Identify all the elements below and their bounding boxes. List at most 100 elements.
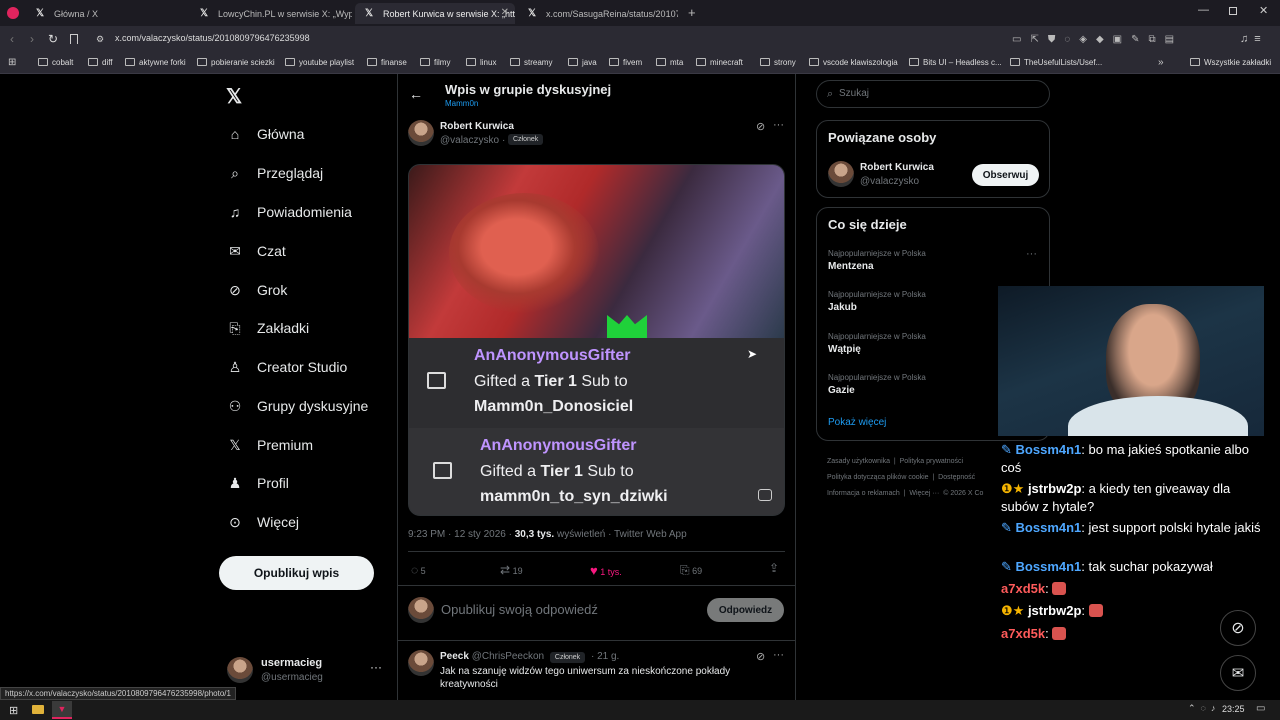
browser-logo-icon[interactable] bbox=[7, 7, 19, 19]
grok-comment-icon[interactable]: ⊘ bbox=[756, 650, 765, 663]
close-tab-icon[interactable]: ✕ bbox=[501, 7, 509, 18]
bookmark-diff[interactable]: diff bbox=[88, 58, 113, 67]
menu-icon[interactable]: ♫≡ bbox=[1240, 33, 1267, 45]
bookmark-cobalt[interactable]: cobalt bbox=[38, 58, 73, 67]
like-action[interactable]: ♥ 1 tys. bbox=[590, 563, 622, 578]
close-window-icon[interactable]: ✕ bbox=[1259, 4, 1268, 17]
nav-home[interactable]: ⌂ Główna bbox=[227, 122, 305, 146]
reload-icon[interactable]: ↻ bbox=[48, 32, 58, 46]
url-field[interactable]: x.com/valaczysko/status/2010809796476235… bbox=[115, 33, 310, 43]
minimize-icon[interactable]: — bbox=[1198, 4, 1209, 16]
bookmark-linux[interactable]: linux bbox=[466, 58, 496, 67]
apps-icon[interactable]: ⊞ bbox=[8, 57, 16, 68]
bookmark-action[interactable]: ⎘ 69 bbox=[680, 563, 702, 578]
file-explorer-icon[interactable] bbox=[32, 705, 44, 714]
group-link[interactable]: Mamm0n bbox=[445, 99, 478, 108]
bookmark-filmy[interactable]: filmy bbox=[420, 58, 450, 67]
search-input[interactable]: Szukaj bbox=[839, 88, 869, 99]
nav-creator-studio[interactable]: ♙ Creator Studio bbox=[227, 355, 348, 379]
tab-3-active[interactable]: 𝕏 Robert Kurwica w serwisie X: „htt ✕ bbox=[355, 3, 515, 24]
nav-more[interactable]: ⊙ Więcej bbox=[227, 510, 299, 534]
bookmark-fivem[interactable]: fivem bbox=[609, 58, 642, 67]
windows-start-icon[interactable]: ⊞ bbox=[9, 704, 18, 717]
nav-communities[interactable]: ⚇ Grupy dyskusyjne bbox=[227, 394, 369, 418]
media-tag-icon[interactable] bbox=[758, 489, 772, 501]
tab-2[interactable]: 𝕏 LowcyChin.PL w serwisie X: „Wyprzed bbox=[190, 3, 352, 24]
chevron-right-icon[interactable]: » bbox=[1158, 57, 1164, 68]
extension-icons[interactable]: ▭⇱⛊◌◈◆▣✎⧉▤ bbox=[1012, 34, 1183, 45]
back-icon[interactable]: ‹ bbox=[10, 32, 14, 46]
share-icon[interactable]: ⇪ bbox=[769, 561, 779, 575]
nav-bookmarks[interactable]: ⎘ Zakładki bbox=[227, 316, 309, 340]
related-name[interactable]: Robert Kurwica bbox=[860, 162, 934, 173]
bookmark-streamy[interactable]: streamy bbox=[510, 58, 552, 67]
comment-avatar[interactable] bbox=[408, 650, 434, 676]
chat-message-wrap: coś bbox=[1001, 460, 1022, 475]
bookmark-pobieranie-sciezki[interactable]: pobieranie sciezki bbox=[197, 58, 275, 67]
footer-link[interactable]: Polityka dotycząca plików cookie bbox=[827, 474, 929, 481]
bookmark-vscode[interactable]: vscode klawiszologia bbox=[809, 58, 898, 67]
x-logo-icon[interactable]: 𝕏 bbox=[226, 84, 242, 109]
tray-icons[interactable]: ⌃◌♪ bbox=[1188, 703, 1220, 714]
footer-link[interactable]: Dostępność bbox=[938, 474, 975, 481]
bookmark-java[interactable]: java bbox=[568, 58, 597, 67]
bookmark-strony[interactable]: strony bbox=[760, 58, 796, 67]
restore-icon[interactable] bbox=[1229, 7, 1237, 15]
bookmark-usefullists[interactable]: TheUsefulLists/Usef... bbox=[1010, 58, 1102, 67]
site-info-icon[interactable]: ⚙ bbox=[96, 34, 104, 45]
browser-taskbar-icon[interactable]: ▼ bbox=[52, 701, 72, 719]
search-box[interactable]: ⌕ Szukaj bbox=[816, 80, 1050, 108]
comment-more-icon[interactable]: ··· bbox=[773, 649, 784, 661]
related-avatar[interactable] bbox=[828, 161, 854, 187]
bookmark-all[interactable]: Wszystkie zakładki bbox=[1190, 58, 1271, 67]
bookmark-finanse[interactable]: finanse bbox=[367, 58, 407, 67]
publish-post-button[interactable]: Opublikuj wpis bbox=[219, 556, 374, 590]
new-tab-icon[interactable]: + bbox=[688, 5, 696, 20]
comment-author[interactable]: Peeck bbox=[440, 651, 469, 662]
trend-item[interactable]: Najpopularniejsze w Polska Wątpię bbox=[828, 332, 926, 355]
trend-item[interactable]: Najpopularniejsze w Polska Jakub bbox=[828, 290, 926, 313]
tab-1[interactable]: 𝕏 Główna / X bbox=[26, 3, 186, 24]
nav-explore[interactable]: ⌕ Przeglądaj bbox=[227, 161, 323, 185]
trend-item[interactable]: Najpopularniejsze w Polska Gazie bbox=[828, 373, 926, 396]
bookmark-mta[interactable]: mta bbox=[656, 58, 683, 67]
footer-link[interactable]: Informacja o reklamach bbox=[827, 490, 900, 497]
trend-item[interactable]: Najpopularniejsze w Polska Mentzena bbox=[828, 249, 926, 272]
post-more-icon[interactable]: ··· bbox=[773, 119, 784, 131]
grok-float-button[interactable]: ⊘ bbox=[1220, 610, 1256, 646]
forward-icon[interactable]: › bbox=[30, 32, 34, 46]
messages-float-button[interactable]: ✉ bbox=[1220, 655, 1256, 691]
footer-link[interactable]: Więcej ··· bbox=[909, 490, 939, 497]
tab-4[interactable]: 𝕏x.com/SasugaReina/status/20107416 bbox=[518, 3, 678, 24]
back-arrow-icon[interactable]: ← bbox=[409, 86, 423, 102]
nav-profile[interactable]: ♟ Profil bbox=[227, 471, 289, 495]
author-handle[interactable]: @valaczysko bbox=[440, 135, 499, 146]
account-avatar[interactable] bbox=[227, 657, 253, 683]
nav-grok[interactable]: ⊘ Grok bbox=[227, 278, 287, 302]
bookmark-page-icon[interactable] bbox=[70, 34, 78, 44]
bookmark-aktywne-forki[interactable]: aktywne forki bbox=[125, 58, 186, 67]
reply-button[interactable]: Odpowiedz bbox=[707, 598, 784, 622]
account-more-icon[interactable]: ··· bbox=[370, 660, 382, 674]
reply-input[interactable]: Opublikuj swoją odpowiedź bbox=[441, 602, 598, 617]
grok-post-icon[interactable]: ⊘ bbox=[756, 120, 765, 133]
repost-action[interactable]: ⇄ 19 bbox=[500, 563, 523, 577]
author-avatar[interactable] bbox=[408, 120, 434, 146]
author-name[interactable]: Robert Kurwica bbox=[440, 121, 514, 132]
footer-link[interactable]: Polityka prywatności bbox=[900, 458, 963, 465]
nav-chat[interactable]: ✉ Czat bbox=[227, 239, 286, 263]
comment-handle[interactable]: @ChrisPeeckon bbox=[472, 651, 544, 662]
clock[interactable]: 23:25 bbox=[1222, 704, 1245, 714]
post-media[interactable]: AnAnonymousGifter Gifted a Tier 1 Sub to… bbox=[408, 164, 785, 516]
bookmark-minecraft[interactable]: minecraft bbox=[696, 58, 743, 67]
nav-premium[interactable]: 𝕏 Premium bbox=[227, 433, 313, 457]
notifications-icon[interactable]: ▭ bbox=[1256, 703, 1265, 714]
show-more-link[interactable]: Pokaż więcej bbox=[828, 417, 886, 428]
nav-notifications[interactable]: ♫ Powiadomienia bbox=[227, 200, 352, 224]
bookmark-youtube-playlist[interactable]: youtube playlist bbox=[285, 58, 354, 67]
follow-button[interactable]: Obserwuj bbox=[972, 164, 1039, 186]
trend-more-icon[interactable]: ··· bbox=[1026, 248, 1037, 260]
reply-action[interactable]: ◌ 5 bbox=[411, 563, 426, 577]
bookmark-bits-ui[interactable]: Bits UI – Headless c... bbox=[909, 58, 1002, 67]
footer-link[interactable]: Zasady użytkownika bbox=[827, 458, 890, 465]
